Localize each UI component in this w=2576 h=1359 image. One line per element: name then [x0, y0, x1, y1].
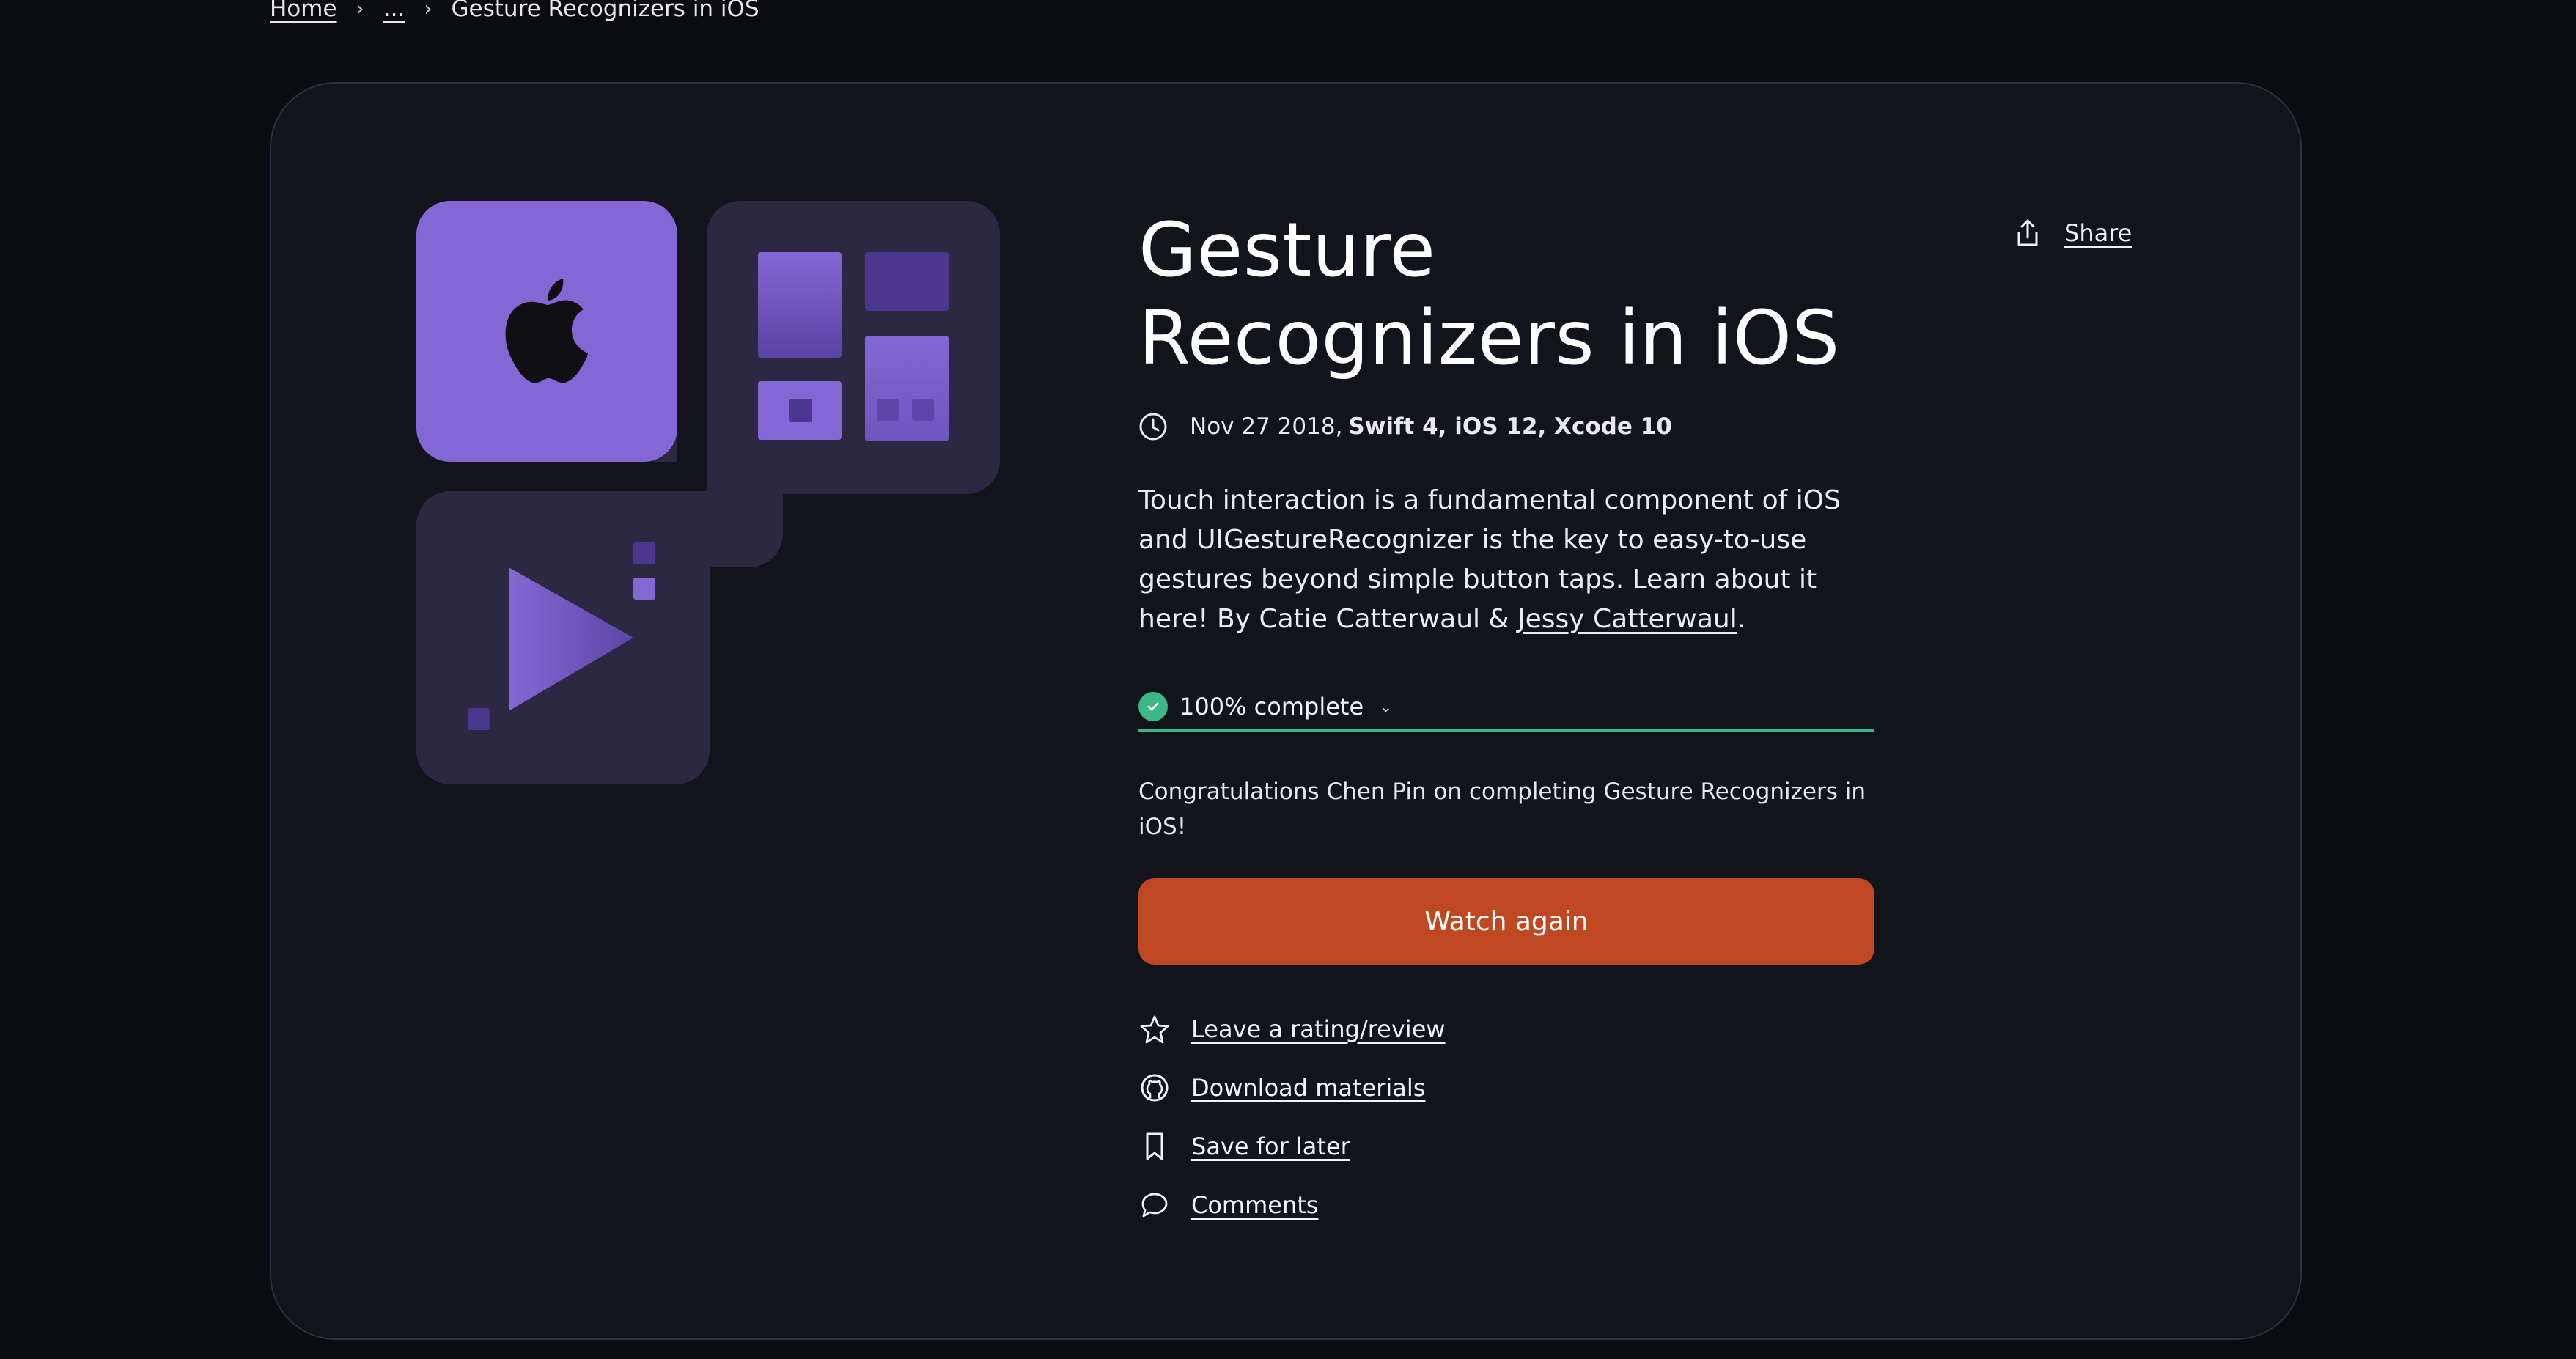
check-icon — [1138, 692, 1168, 721]
artwork-panel — [758, 252, 842, 358]
github-icon — [1138, 1072, 1171, 1104]
artwork-panel — [865, 252, 949, 311]
comment-icon — [1138, 1189, 1171, 1221]
chevron-right-icon: › — [356, 0, 364, 21]
course-card: Gesture Recognizers in iOS Nov 27 2018 ,… — [270, 82, 2302, 1340]
artwork-panel — [758, 381, 842, 440]
author-link[interactable]: Jessy Catterwaul — [1517, 604, 1737, 634]
artwork-gap — [416, 462, 707, 491]
star-icon — [1138, 1013, 1171, 1045]
progress-dropdown[interactable]: 100% complete ⌄ — [1138, 685, 1874, 732]
course-actions: Leave a rating/review Download materials… — [1138, 1000, 1446, 1234]
progress-label: 100% complete — [1180, 693, 1364, 721]
congrats-message: Congratulations Chen Pin on completing G… — [1138, 778, 1866, 840]
apple-logo-icon — [505, 279, 588, 383]
breadcrumb-home-link[interactable]: Home — [270, 0, 337, 26]
artwork-panels-tile — [707, 201, 1000, 494]
comments-label: Comments — [1191, 1191, 1319, 1219]
course-description: Touch interaction is a fundamental compo… — [1138, 481, 1879, 639]
download-label: Download materials — [1191, 1074, 1426, 1102]
save-label: Save for later — [1191, 1132, 1350, 1160]
rating-label: Leave a rating/review — [1191, 1015, 1446, 1043]
play-icon — [509, 567, 633, 711]
release-date: Nov 27 2018 — [1190, 413, 1336, 440]
rating-link[interactable]: Leave a rating/review — [1138, 1000, 1446, 1058]
date-separator: , — [1335, 413, 1343, 440]
artwork-square — [633, 578, 655, 600]
artwork-gap — [677, 201, 707, 491]
course-meta: Nov 27 2018 , Swift 4, iOS 12, Xcode 10 — [1138, 412, 1672, 441]
share-icon — [2017, 219, 2038, 246]
description-end: . — [1737, 604, 1746, 634]
platform-info: Swift 4, iOS 12, Xcode 10 — [1348, 413, 1672, 440]
save-for-later-link[interactable]: Save for later — [1138, 1117, 1446, 1176]
artwork-play-tile — [416, 491, 710, 784]
breadcrumb-ellipsis-link[interactable]: ... — [383, 0, 405, 26]
artwork-square — [633, 542, 655, 564]
artwork-panel — [865, 336, 949, 441]
download-materials-link[interactable]: Download materials — [1138, 1058, 1446, 1117]
clock-icon — [1139, 413, 1167, 441]
page-title: Gesture Recognizers in iOS — [1138, 207, 1840, 382]
breadcrumb-current: Gesture Recognizers in iOS — [451, 0, 759, 22]
course-artwork — [416, 201, 1003, 787]
comments-link[interactable]: Comments — [1138, 1176, 1446, 1234]
chevron-down-icon: ⌄ — [1380, 698, 1392, 715]
watch-again-button[interactable]: Watch again — [1138, 878, 1874, 965]
share-button[interactable]: Share — [2013, 218, 2132, 248]
chevron-right-icon: › — [424, 0, 433, 21]
share-label: Share — [2064, 219, 2132, 247]
bookmark-icon — [1138, 1130, 1171, 1163]
breadcrumb: Home › ... › Gesture Recognizers in iOS — [270, 0, 759, 26]
artwork-square — [468, 708, 490, 730]
